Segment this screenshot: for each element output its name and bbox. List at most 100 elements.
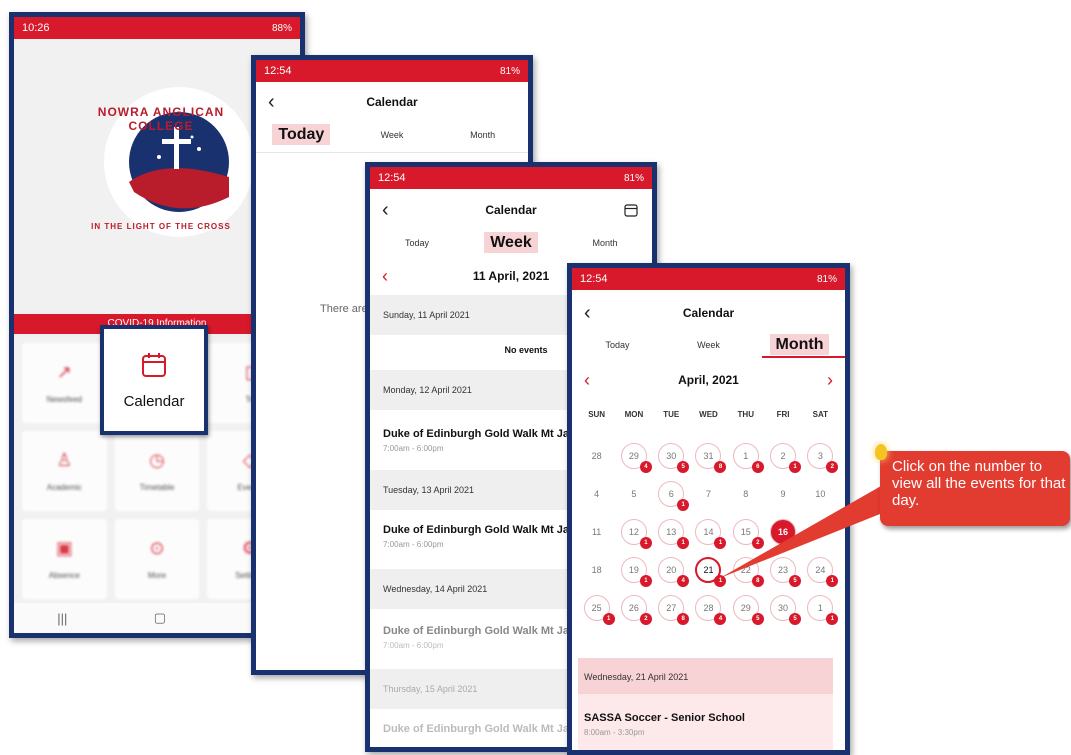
day-cell[interactable]: 15 2 <box>727 519 764 557</box>
day-cell[interactable]: 29 4 <box>615 443 652 481</box>
status-bar: 12:54 81% <box>256 60 528 82</box>
day-cell[interactable]: 18 <box>578 557 615 595</box>
active-tab-underline <box>762 356 845 358</box>
tab-bar: Today Week Month <box>256 124 528 145</box>
calendar-tile[interactable]: Calendar <box>100 325 208 435</box>
battery-level: 81% <box>499 65 520 77</box>
day-number[interactable]: 17 <box>807 519 833 545</box>
event-count-badge: 2 <box>639 613 652 625</box>
day-number[interactable]: 8 <box>733 481 759 507</box>
day-number[interactable]: 9 <box>770 481 796 507</box>
day-cell[interactable]: 7 <box>690 481 727 519</box>
weekday-label: THU <box>737 410 754 419</box>
day-cell[interactable]: 26 2 <box>615 595 652 633</box>
day-cell[interactable]: 11 <box>802 595 839 633</box>
day-cell[interactable]: 31 8 <box>690 443 727 481</box>
event-title: SASSA Soccer - Senior School <box>584 712 745 724</box>
day-cell[interactable]: 22 8 <box>727 557 764 595</box>
event-count-badge: 1 <box>639 575 652 587</box>
day-cell[interactable]: 27 8 <box>653 595 690 633</box>
day-cell[interactable]: 23 5 <box>764 557 802 595</box>
day-number[interactable]: 7 <box>695 481 721 507</box>
day-cell[interactable]: 14 1 <box>690 519 727 557</box>
menu-tile[interactable]: ♙ Academic <box>22 431 107 511</box>
menu-tile[interactable]: ▣ Absence <box>22 519 107 599</box>
day-cell[interactable]: 19 1 <box>615 557 652 595</box>
event-count-badge: 6 <box>751 461 764 473</box>
day-cell[interactable]: 16 <box>764 519 801 557</box>
day-cell[interactable]: 13 1 <box>653 519 690 557</box>
weekday-label: FRI <box>776 410 790 419</box>
tab-month[interactable]: Month <box>558 238 652 248</box>
day-cell[interactable]: 20 4 <box>653 557 690 595</box>
event-time: 8:00am - 3:30pm <box>584 728 645 737</box>
calendar-picker-icon[interactable] <box>624 203 638 217</box>
day-number[interactable]: 4 <box>584 481 610 507</box>
week-date: 11 April, 2021 <box>472 269 550 283</box>
day-cell[interactable]: 61 <box>653 481 690 519</box>
day-number[interactable]: 18 <box>584 557 610 583</box>
day-cell[interactable]: 21 1 <box>690 557 727 595</box>
tab-month[interactable]: Month <box>437 130 528 140</box>
month-nav: ‹ April, 2021 › <box>572 370 845 390</box>
menu-tile-label: Absence <box>48 571 80 580</box>
empty-message: There are <box>320 303 368 315</box>
calendar-tile-label: Calendar <box>123 392 185 410</box>
day-cell[interactable]: 28 4 <box>690 595 727 633</box>
day-cell[interactable]: 8 <box>727 481 764 519</box>
day-cell[interactable]: 32 <box>802 443 839 481</box>
day-number[interactable]: 5 <box>621 481 647 507</box>
tab-week[interactable]: Week <box>464 232 558 253</box>
day-number[interactable]: 16 <box>770 519 797 545</box>
tab-week[interactable]: Week <box>347 130 438 140</box>
day-cell[interactable]: 24 1 <box>802 557 839 595</box>
screen-title: Calendar <box>682 306 735 320</box>
event-count-badge: 2 <box>751 537 764 549</box>
status-bar: 12:54 81% <box>370 167 652 189</box>
day-cell[interactable]: 4 <box>578 481 615 519</box>
day-number[interactable]: 28 <box>584 443 610 469</box>
status-time: 12:54 <box>580 273 608 285</box>
day-cell[interactable]: 17 <box>802 519 839 557</box>
recents-icon[interactable]: ||| <box>57 611 67 626</box>
day-cell[interactable]: 11 <box>578 519 615 557</box>
menu-tile[interactable]: ◷ Timetable <box>114 431 200 511</box>
weekday-header: SUN MON TUE WED THU FRI SAT <box>578 410 839 419</box>
day-cell[interactable]: 29 5 <box>727 595 764 633</box>
menu-tile[interactable]: ↗ Newsfeed <box>22 343 107 423</box>
back-icon[interactable]: ‹ <box>382 199 389 222</box>
event-count-badge: 4 <box>677 575 690 587</box>
event-count-badge: 1 <box>714 537 727 549</box>
screen-header: ‹ Calendar <box>370 199 652 221</box>
day-number[interactable]: 10 <box>807 481 833 507</box>
day-cell[interactable]: 21 <box>764 443 802 481</box>
event-count-badge: 5 <box>789 613 802 625</box>
tab-month[interactable]: Month <box>754 334 845 355</box>
day-number[interactable]: 11 <box>584 519 610 545</box>
day-cell[interactable]: 30 5 <box>764 595 802 633</box>
event-item[interactable]: SASSA Soccer - Senior School 8:00am - 3:… <box>578 694 833 750</box>
prev-week-icon[interactable]: ‹ <box>382 266 388 287</box>
day-cell[interactable]: 10 <box>802 481 839 519</box>
day-cell[interactable]: 9 <box>764 481 801 519</box>
day-cell[interactable]: 5 <box>615 481 652 519</box>
event-count-badge: 1 <box>677 537 690 549</box>
tab-today[interactable]: Today <box>256 124 347 145</box>
day-cell[interactable]: 25 1 <box>578 595 615 633</box>
event-count-badge: 5 <box>751 613 764 625</box>
day-cell[interactable]: 28 <box>578 443 615 481</box>
college-name: NOWRA ANGLICAN COLLEGE <box>97 105 225 133</box>
day-cell[interactable]: 16 <box>727 443 764 481</box>
tab-today[interactable]: Today <box>572 340 663 350</box>
next-month-icon[interactable]: › <box>827 370 833 391</box>
prev-month-icon[interactable]: ‹ <box>584 370 590 391</box>
day-cell[interactable]: 30 5 <box>653 443 690 481</box>
day-cell[interactable]: 12 1 <box>615 519 652 557</box>
tab-today[interactable]: Today <box>370 238 464 248</box>
tab-week[interactable]: Week <box>663 340 754 350</box>
event-count-badge: 4 <box>639 461 652 473</box>
menu-tile[interactable]: ⊙ More <box>114 519 200 599</box>
back-icon[interactable]: ‹ <box>268 91 275 114</box>
home-icon[interactable]: ▢ <box>154 610 166 626</box>
back-icon[interactable]: ‹ <box>584 302 591 325</box>
